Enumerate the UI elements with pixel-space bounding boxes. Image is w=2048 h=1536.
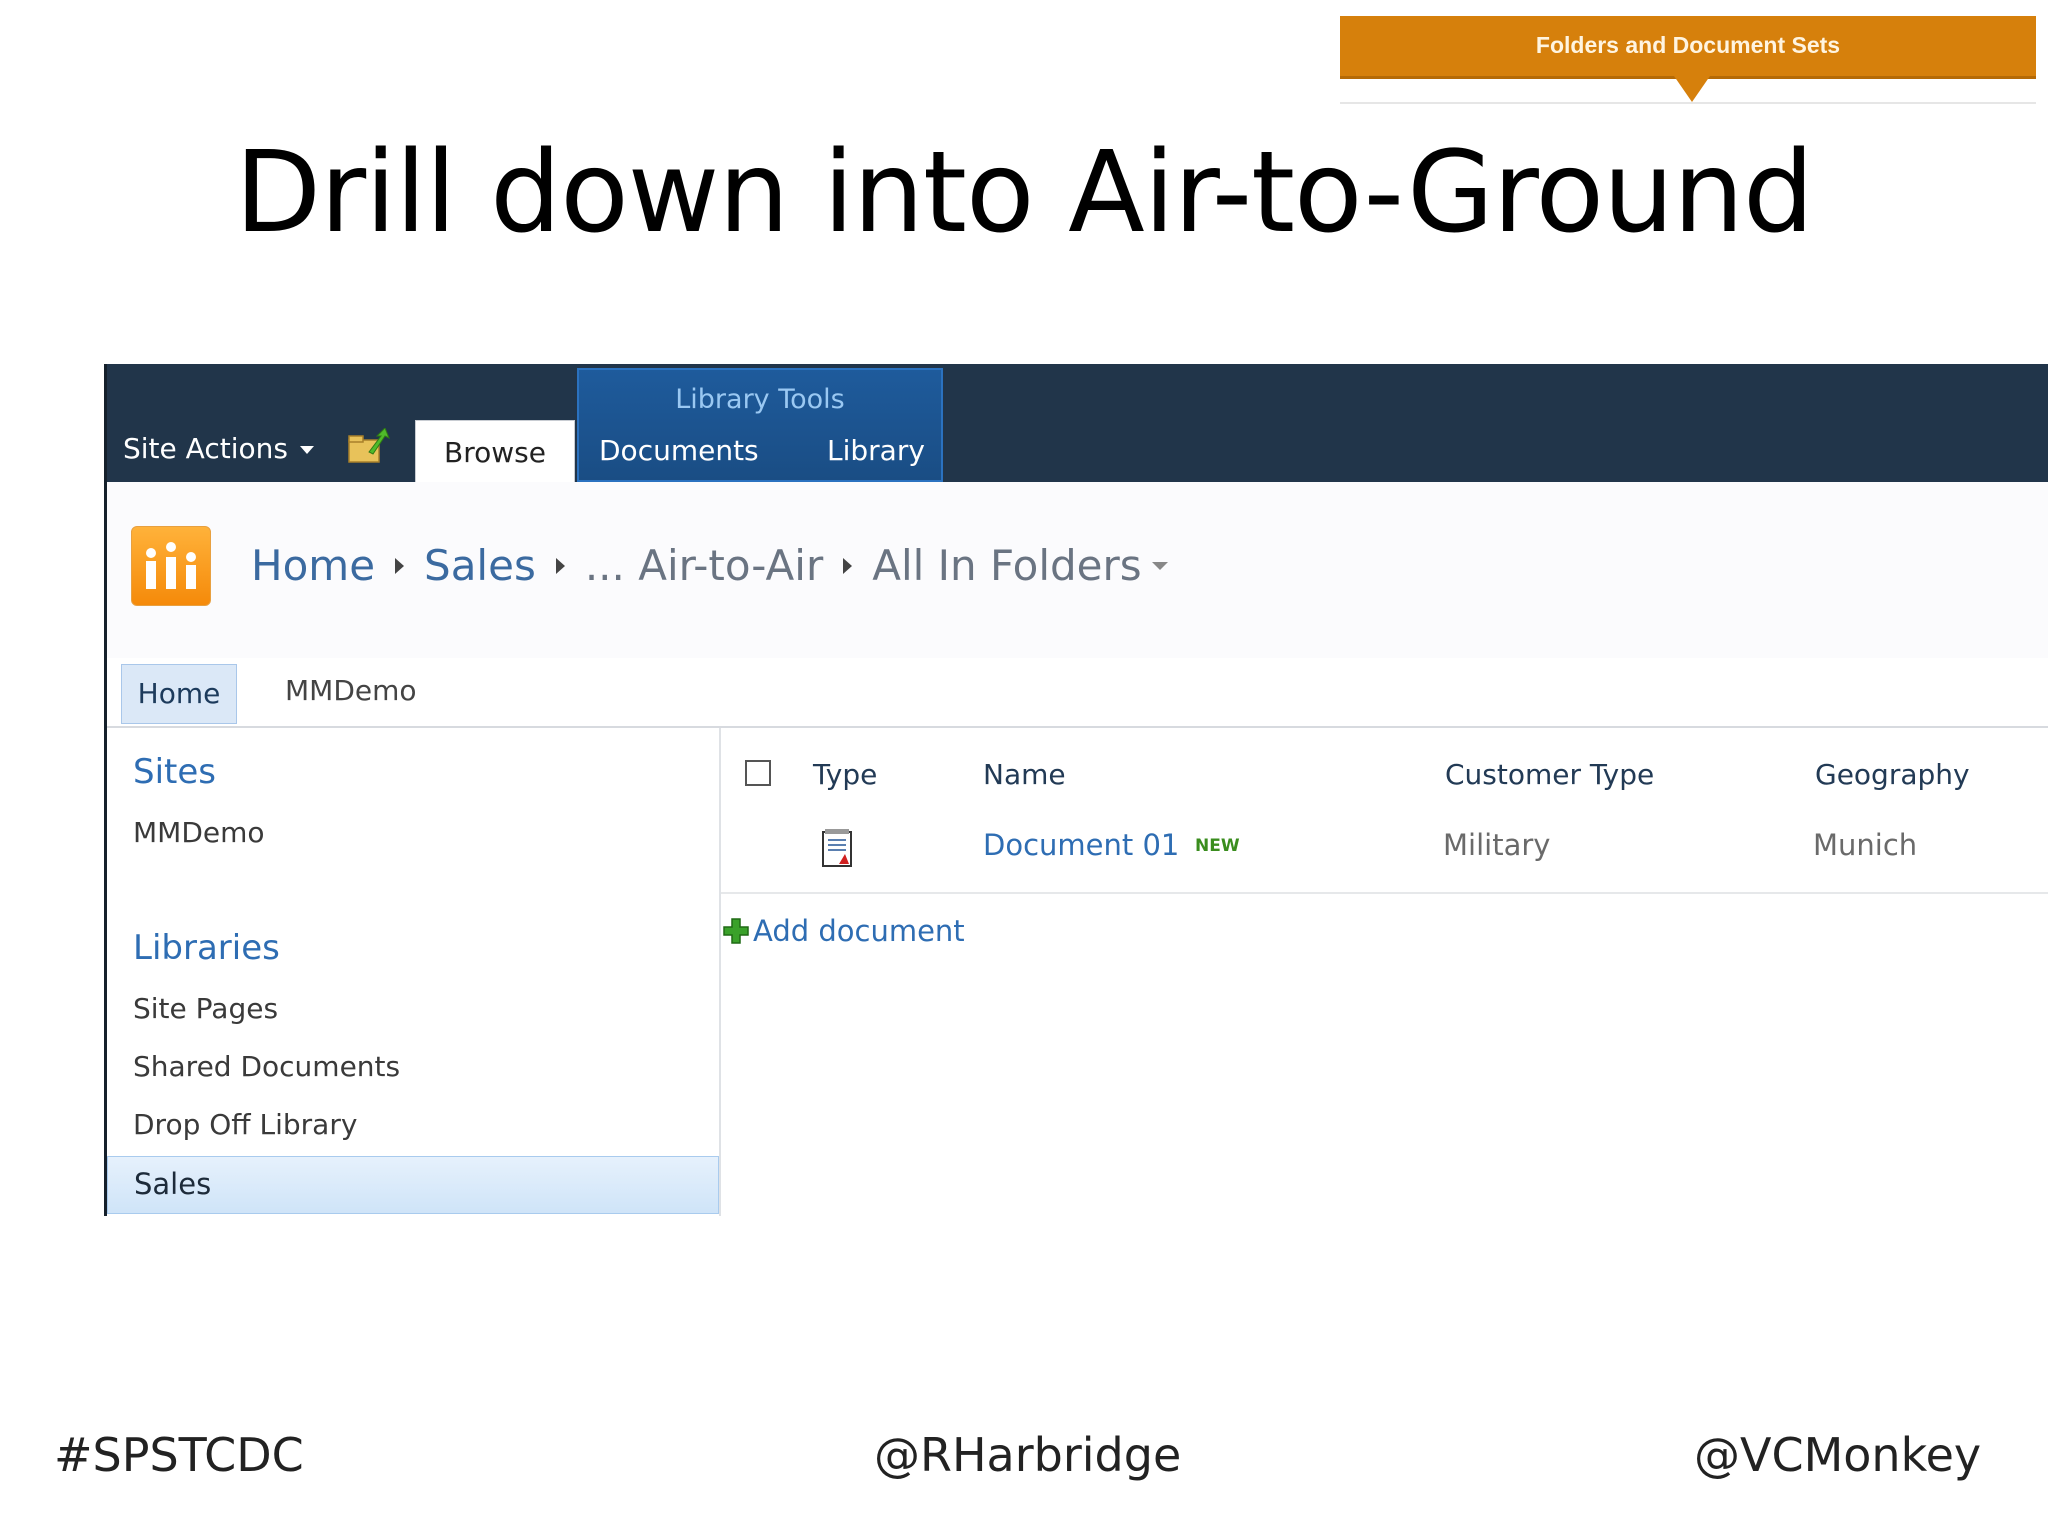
ql-heading-sites[interactable]: Sites [133, 752, 216, 792]
breadcrumb-sales[interactable]: Sales [424, 541, 536, 590]
site-actions-label: Site Actions [123, 432, 288, 465]
chevron-right-icon [555, 557, 565, 574]
chevron-right-icon [395, 557, 405, 574]
new-badge: NEW [1195, 836, 1240, 856]
column-header-geography[interactable]: Geography [1815, 758, 1970, 791]
slide-title: Drill down into Air-to-Ground [234, 128, 1814, 258]
banner-label: Folders and Document Sets [1535, 32, 1841, 58]
document-type-icon[interactable] [821, 828, 855, 868]
row-divider [721, 892, 2048, 894]
column-header-customer-type[interactable]: Customer Type [1445, 758, 1654, 791]
tab-documents[interactable]: Documents [599, 434, 759, 467]
breadcrumb-view[interactable]: All In Folders [872, 541, 1141, 590]
topnav-home[interactable]: Home [121, 664, 237, 724]
chevron-down-icon [299, 446, 314, 454]
cell-geography: Munich [1813, 828, 1918, 862]
library-tools-group: Library Tools Documents Library [577, 368, 943, 482]
column-header-type[interactable]: Type [813, 758, 877, 791]
ql-item-sales-label: Sales [134, 1167, 212, 1201]
ql-item-drop-off-library[interactable]: Drop Off Library [133, 1108, 357, 1141]
library-tools-label: Library Tools [675, 384, 845, 415]
sharepoint-screenshot: Site Actions Browse Library Tools Docume… [104, 364, 2048, 1216]
topnav-mmdemo[interactable]: MMDemo [285, 674, 417, 707]
site-logo-icon[interactable] [131, 526, 211, 606]
ql-item-sales[interactable]: Sales [107, 1156, 719, 1214]
footer-presenter-1: @RHarbridge [874, 1428, 1182, 1482]
ql-item-site-pages[interactable]: Site Pages [133, 992, 278, 1025]
banner-divider [1340, 102, 2036, 104]
title-area: Home Sales ... Air-to-Air All In Folders [107, 482, 2048, 659]
ql-item-mmdemo[interactable]: MMDemo [133, 816, 265, 849]
breadcrumb: Home Sales ... Air-to-Air All In Folders [251, 538, 1168, 590]
footer-presenter-2: @VCMonkey [1694, 1428, 1982, 1482]
document-name-link[interactable]: Document 01 [983, 828, 1179, 862]
down-arrow-icon [1674, 76, 1710, 102]
site-actions-menu[interactable]: Site Actions [123, 432, 314, 465]
tab-browse[interactable]: Browse [415, 420, 575, 483]
select-all-checkbox[interactable] [745, 760, 771, 786]
breadcrumb-folder[interactable]: ... Air-to-Air [585, 541, 823, 590]
view-dropdown-icon[interactable] [1151, 561, 1168, 570]
document-list: Type Name Customer Type Geography Docume… [721, 728, 2048, 1216]
plus-icon [723, 918, 749, 944]
add-document-label: Add document [753, 914, 965, 948]
ribbon-bar: Site Actions Browse Library Tools Docume… [107, 364, 2048, 483]
column-header-name[interactable]: Name [983, 758, 1066, 791]
quick-launch: Sites MMDemo Libraries Site Pages Shared… [107, 728, 721, 1216]
footer-hashtag: #SPSTCDC [54, 1428, 304, 1482]
chevron-right-icon [843, 557, 853, 574]
top-navigation: Home MMDemo [107, 658, 2048, 728]
ql-heading-libraries[interactable]: Libraries [133, 928, 280, 968]
breadcrumb-home[interactable]: Home [251, 541, 375, 590]
add-document-link[interactable]: Add document [723, 914, 965, 948]
ql-item-shared-documents[interactable]: Shared Documents [133, 1050, 400, 1083]
navigate-up-icon[interactable] [347, 428, 391, 464]
tab-library[interactable]: Library [827, 434, 925, 467]
cell-customer-type: Military [1443, 828, 1551, 862]
